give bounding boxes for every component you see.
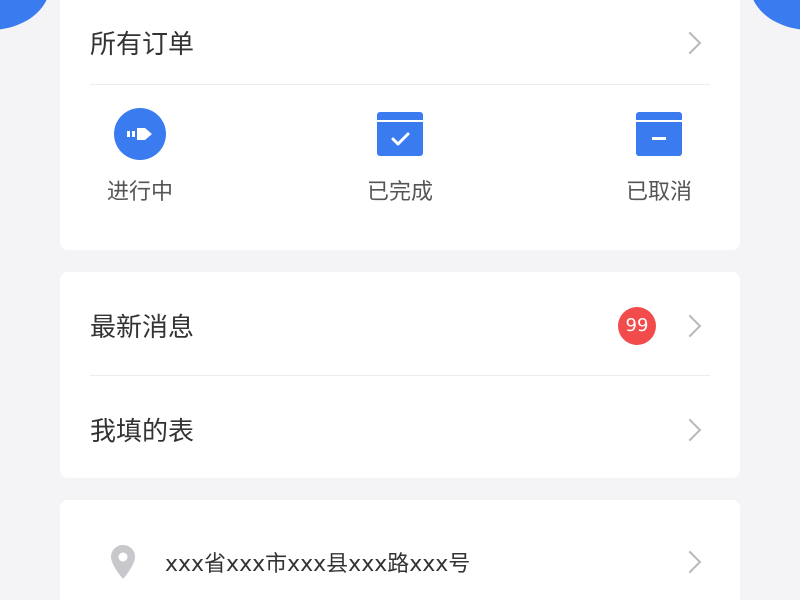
- header-background-left: [0, 0, 50, 30]
- unread-badge: 99: [618, 306, 656, 345]
- status-label: 已取消: [625, 180, 692, 205]
- chevron-right-icon: [678, 31, 702, 54]
- location-pin-icon: [110, 544, 136, 580]
- my-forms-row[interactable]: 我填的表: [60, 382, 740, 477]
- my-forms-label: 我填的表: [90, 417, 195, 447]
- chevron-right-icon: [678, 550, 702, 573]
- address-row[interactable]: xxx省xxx市xxx县xxx路xxx号: [60, 514, 740, 600]
- order-status-in-progress[interactable]: 进行中: [85, 108, 195, 206]
- latest-messages-row[interactable]: 最新消息 99: [60, 278, 740, 373]
- order-status-cancelled[interactable]: 已取消: [604, 108, 714, 206]
- address-card: xxx省xxx市xxx县xxx路xxx号: [60, 500, 740, 600]
- latest-messages-label: 最新消息: [90, 313, 195, 343]
- chevron-right-icon: [678, 418, 702, 441]
- all-orders-label: 所有订单: [90, 30, 195, 60]
- page: 所有订单 进行中 已完成 已取消 最新消息 99 我填的表 xxx省xxx市xx…: [0, 0, 800, 600]
- arrow-right-icon: [114, 108, 166, 160]
- minus-box-icon: [633, 108, 685, 160]
- status-label: 进行中: [106, 180, 173, 205]
- menu-card: 最新消息 99 我填的表: [60, 272, 740, 478]
- header-background-right: [750, 0, 800, 30]
- divider: [90, 84, 710, 85]
- address-text: xxx省xxx市xxx县xxx路xxx号: [165, 551, 471, 577]
- divider: [90, 375, 710, 376]
- order-status-completed[interactable]: 已完成: [345, 108, 455, 206]
- chevron-right-icon: [678, 314, 702, 337]
- orders-card: 所有订单 进行中 已完成 已取消: [60, 0, 740, 250]
- status-label: 已完成: [366, 180, 433, 205]
- all-orders-row[interactable]: 所有订单: [60, 0, 740, 85]
- check-box-icon: [374, 108, 426, 160]
